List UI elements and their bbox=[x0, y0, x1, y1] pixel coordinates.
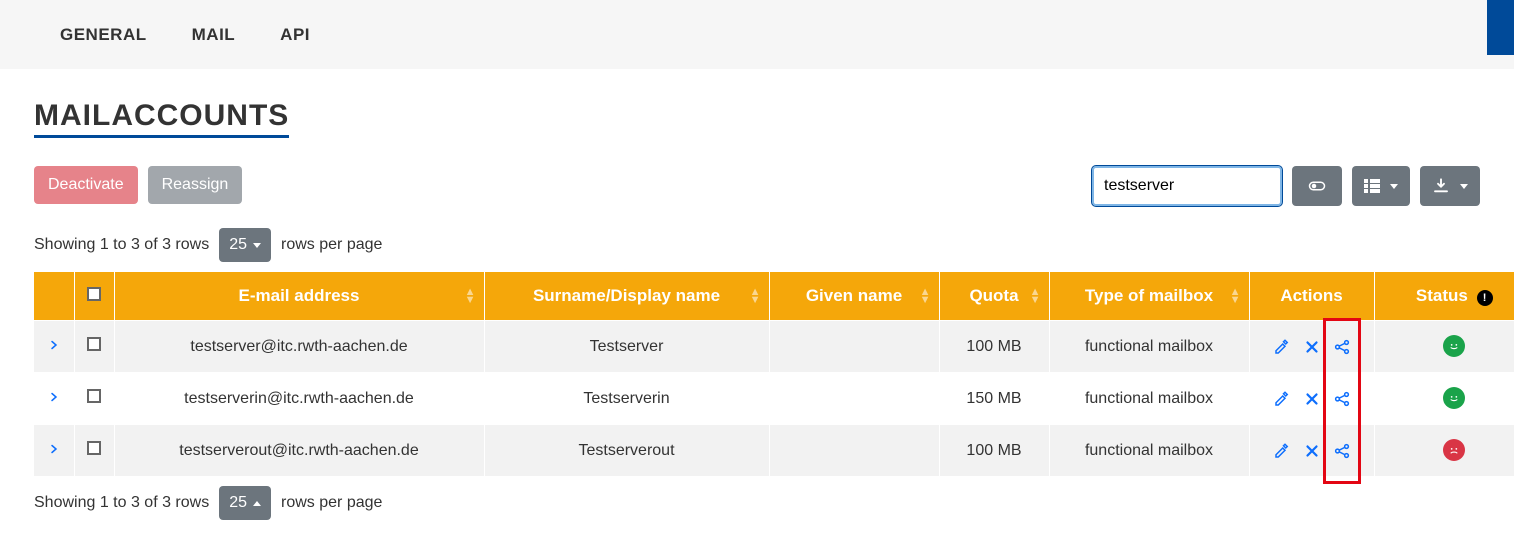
nav-tab-mail[interactable]: MAIL bbox=[192, 25, 236, 45]
brand-accent bbox=[1487, 0, 1514, 55]
nav-tab-general[interactable]: GENERAL bbox=[60, 25, 147, 45]
cell-type: functional mailbox bbox=[1049, 373, 1249, 425]
cell-surname: Testserverin bbox=[484, 373, 769, 425]
cell-given bbox=[769, 425, 939, 477]
download-icon bbox=[1432, 177, 1450, 195]
page-size-select-bottom[interactable]: 25 bbox=[219, 486, 271, 520]
expand-row-icon[interactable] bbox=[48, 338, 60, 355]
cell-quota: 100 MB bbox=[939, 425, 1049, 477]
deactivate-button[interactable]: Deactivate bbox=[34, 166, 138, 204]
col-email[interactable]: E-mail address▲▼ bbox=[114, 272, 484, 321]
cell-quota: 150 MB bbox=[939, 373, 1049, 425]
toggle-icon bbox=[1308, 177, 1326, 195]
mailaccounts-table: E-mail address▲▼ Surname/Display name▲▼ … bbox=[34, 272, 1514, 476]
status-badge bbox=[1443, 335, 1465, 357]
table-row: testserverout@itc.rwth-aachen.deTestserv… bbox=[34, 425, 1514, 477]
status-badge bbox=[1443, 387, 1465, 409]
row-checkbox[interactable] bbox=[87, 441, 101, 455]
delete-icon[interactable] bbox=[1303, 442, 1321, 460]
cell-email: testserver@itc.rwth-aachen.de bbox=[114, 321, 484, 373]
pagination-suffix-top: rows per page bbox=[281, 236, 382, 254]
reassign-button[interactable]: Reassign bbox=[148, 166, 243, 204]
col-expand bbox=[34, 272, 74, 321]
columns-button[interactable] bbox=[1352, 166, 1410, 206]
page-title: MAILACCOUNTS bbox=[34, 99, 289, 138]
col-given[interactable]: Given name▲▼ bbox=[769, 272, 939, 321]
cell-type: functional mailbox bbox=[1049, 321, 1249, 373]
select-all-checkbox[interactable] bbox=[87, 287, 101, 301]
cell-email: testserverin@itc.rwth-aachen.de bbox=[114, 373, 484, 425]
edit-icon[interactable] bbox=[1273, 390, 1291, 408]
cell-surname: Testserverout bbox=[484, 425, 769, 477]
col-surname[interactable]: Surname/Display name▲▼ bbox=[484, 272, 769, 321]
col-quota[interactable]: Quota▲▼ bbox=[939, 272, 1049, 321]
col-checkbox bbox=[74, 272, 114, 321]
col-actions: Actions bbox=[1249, 272, 1374, 321]
pagination-suffix-bottom: rows per page bbox=[281, 494, 382, 512]
page-size-select-top[interactable]: 25 bbox=[219, 228, 271, 262]
cell-given bbox=[769, 373, 939, 425]
edit-icon[interactable] bbox=[1273, 442, 1291, 460]
col-status[interactable]: Status !▲▼ bbox=[1374, 272, 1514, 321]
toggle-view-button[interactable] bbox=[1292, 166, 1342, 206]
row-checkbox[interactable] bbox=[87, 389, 101, 403]
cell-type: functional mailbox bbox=[1049, 425, 1249, 477]
search-input[interactable] bbox=[1092, 166, 1282, 206]
pagination-info-top: Showing 1 to 3 of 3 rows bbox=[34, 236, 209, 254]
export-button[interactable] bbox=[1420, 166, 1480, 206]
delete-icon[interactable] bbox=[1303, 338, 1321, 356]
cell-given bbox=[769, 321, 939, 373]
nav-tab-api[interactable]: API bbox=[280, 25, 310, 45]
cell-quota: 100 MB bbox=[939, 321, 1049, 373]
info-icon: ! bbox=[1477, 290, 1493, 306]
share-icon[interactable] bbox=[1333, 338, 1351, 356]
cell-email: testserverout@itc.rwth-aachen.de bbox=[114, 425, 484, 477]
row-checkbox[interactable] bbox=[87, 337, 101, 351]
cell-surname: Testserver bbox=[484, 321, 769, 373]
expand-row-icon[interactable] bbox=[48, 442, 60, 459]
edit-icon[interactable] bbox=[1273, 338, 1291, 356]
expand-row-icon[interactable] bbox=[48, 390, 60, 407]
status-badge bbox=[1443, 439, 1465, 461]
delete-icon[interactable] bbox=[1303, 390, 1321, 408]
share-icon[interactable] bbox=[1333, 442, 1351, 460]
table-row: testserverin@itc.rwth-aachen.deTestserve… bbox=[34, 373, 1514, 425]
share-icon[interactable] bbox=[1333, 390, 1351, 408]
col-type[interactable]: Type of mailbox▲▼ bbox=[1049, 272, 1249, 321]
list-icon bbox=[1364, 179, 1380, 193]
pagination-info-bottom: Showing 1 to 3 of 3 rows bbox=[34, 494, 209, 512]
table-row: testserver@itc.rwth-aachen.deTestserver 1… bbox=[34, 321, 1514, 373]
